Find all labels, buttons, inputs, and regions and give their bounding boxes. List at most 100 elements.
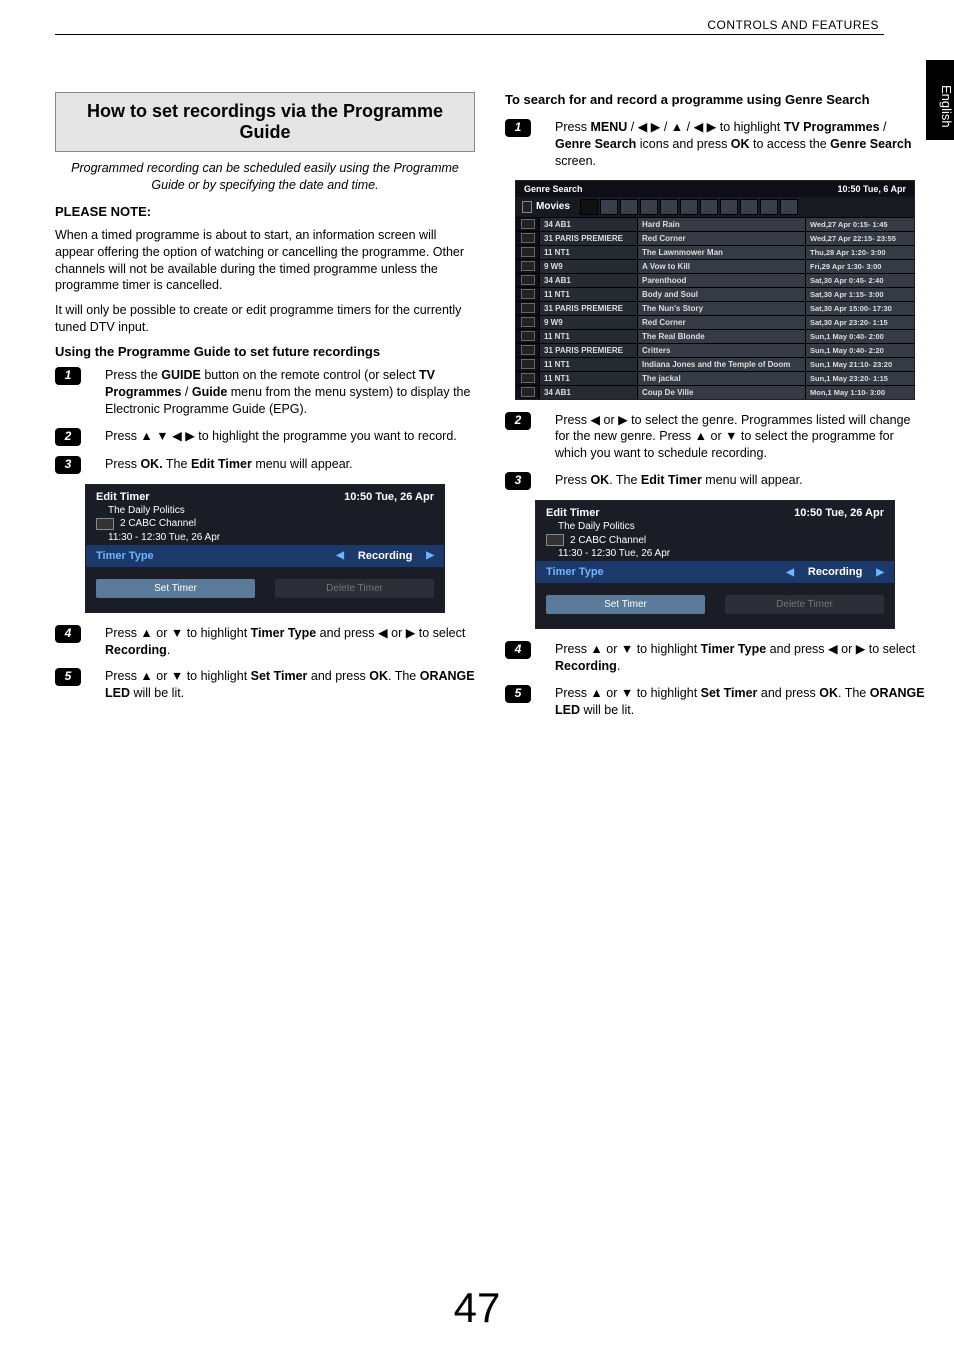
- programme-cell: Red Corner: [638, 316, 806, 329]
- channel-cell: 31 PARIS PREMIERE: [540, 344, 638, 357]
- genre-icon[interactable]: [660, 199, 678, 215]
- tv-icon: [521, 345, 535, 355]
- step-4-text: Press ▲ or ▼ to highlight Timer Type and…: [87, 625, 475, 659]
- tv-icon-cell: [516, 274, 540, 287]
- r-step-2-text: Press ◀ or ▶ to select the genre. Progra…: [537, 412, 925, 463]
- chevron-right-icon[interactable]: ▶: [426, 550, 434, 561]
- table-row[interactable]: 11 NT1The Lawnmower ManThu,28 Apr 1:20- …: [516, 245, 914, 259]
- table-row[interactable]: 11 NT1The jackalSun,1 May 23:20- 1:15: [516, 371, 914, 385]
- tv-icon: [521, 261, 535, 271]
- edit-timer-panel-right: Edit Timer 10:50 Tue, 26 Apr The Daily P…: [535, 500, 895, 629]
- table-row[interactable]: 34 AB1ParenthoodSat,30 Apr 0:45- 2:40: [516, 273, 914, 287]
- r-step-num-5: 5: [505, 685, 531, 703]
- table-row[interactable]: 31 PARIS PREMIERECrittersSun,1 May 0:40-…: [516, 343, 914, 357]
- channel-cell: 11 NT1: [540, 330, 638, 343]
- tv-icon: [96, 518, 114, 530]
- edit-timer-time: 11:30 - 12:30 Tue, 26 Apr: [536, 548, 894, 561]
- table-row[interactable]: 11 NT1Indiana Jones and the Temple of Do…: [516, 357, 914, 371]
- tv-icon-cell: [516, 358, 540, 371]
- genre-icon[interactable]: [760, 199, 778, 215]
- channel-cell: 9 W9: [540, 316, 638, 329]
- r-step-num-1: 1: [505, 119, 531, 137]
- programme-cell: The Nun's Story: [638, 302, 806, 315]
- step-2: 2 Press ▲ ▼ ◀ ▶ to highlight the program…: [55, 428, 475, 446]
- set-timer-button[interactable]: Set Timer: [96, 579, 255, 598]
- using-guide-heading: Using the Programme Guide to set future …: [55, 344, 475, 359]
- genre-icon[interactable]: [740, 199, 758, 215]
- chevron-right-icon[interactable]: ▶: [876, 567, 884, 578]
- table-row[interactable]: 9 W9A Vow to KillFri,29 Apr 1:30- 3:00: [516, 259, 914, 273]
- time-cell: Sun,1 May 0:40- 2:00: [806, 330, 914, 343]
- tv-icon: [521, 387, 535, 397]
- programme-cell: Red Corner: [638, 232, 806, 245]
- delete-timer-button[interactable]: Delete Timer: [275, 579, 434, 598]
- genre-category: Movies: [536, 201, 570, 212]
- r-step-5-text: Press ▲ or ▼ to highlight Set Timer and …: [537, 685, 925, 719]
- step-3: 3 Press OK. The Edit Timer menu will app…: [55, 456, 475, 474]
- channel-cell: 31 PARIS PREMIERE: [540, 302, 638, 315]
- genre-icon[interactable]: [640, 199, 658, 215]
- edit-timer-clock: 10:50 Tue, 26 Apr: [794, 507, 884, 519]
- genre-icon[interactable]: [600, 199, 618, 215]
- step-num-2: 2: [55, 428, 81, 446]
- genre-icon[interactable]: [680, 199, 698, 215]
- channel-cell: 11 NT1: [540, 372, 638, 385]
- edit-timer-prog: The Daily Politics: [86, 505, 444, 518]
- please-note-heading: PLEASE NOTE:: [55, 204, 475, 219]
- timer-type-row[interactable]: Timer Type ◀ Recording ▶: [536, 561, 894, 583]
- timer-type-value: Recording: [808, 566, 862, 578]
- r-step-5: 5 Press ▲ or ▼ to highlight Set Timer an…: [505, 685, 925, 719]
- tv-icon-cell: [516, 386, 540, 399]
- step-3-text: Press OK. The Edit Timer menu will appea…: [87, 456, 353, 473]
- programme-cell: Indiana Jones and the Temple of Doom: [638, 358, 806, 371]
- tv-icon-cell: [516, 288, 540, 301]
- chevron-left-icon[interactable]: ◀: [786, 567, 794, 578]
- time-cell: Sun,1 May 23:20- 1:15: [806, 372, 914, 385]
- delete-timer-button[interactable]: Delete Timer: [725, 595, 884, 614]
- table-row[interactable]: 31 PARIS PREMIERERed CornerWed,27 Apr 22…: [516, 231, 914, 245]
- right-title: To search for and record a programme usi…: [505, 92, 925, 109]
- genre-icon[interactable]: [700, 199, 718, 215]
- table-row[interactable]: 9 W9Red CornerSat,30 Apr 23:20- 1:15: [516, 315, 914, 329]
- note-paragraph-1: When a timed programme is about to start…: [55, 227, 475, 295]
- tv-icon: [521, 331, 535, 341]
- tv-icon: [521, 247, 535, 257]
- tv-icon-cell: [516, 330, 540, 343]
- edit-timer-title: Edit Timer: [96, 491, 150, 503]
- r-step-1: 1 Press MENU / ◀ ▶ / ▲ / ◀ ▶ to highligh…: [505, 119, 925, 170]
- time-cell: Mon,1 May 1:10- 3:00: [806, 386, 914, 399]
- step-4: 4 Press ▲ or ▼ to highlight Timer Type a…: [55, 625, 475, 659]
- table-row[interactable]: 31 PARIS PREMIEREThe Nun's StorySat,30 A…: [516, 301, 914, 315]
- tv-icon: [521, 275, 535, 285]
- table-row[interactable]: 34 AB1Coup De VilleMon,1 May 1:10- 3:00: [516, 385, 914, 399]
- genre-title: Genre Search: [524, 184, 583, 194]
- channel-cell: 34 AB1: [540, 274, 638, 287]
- table-row[interactable]: 34 AB1Hard RainWed,27 Apr 0:15- 1:45: [516, 217, 914, 231]
- note-paragraph-2: It will only be possible to create or ed…: [55, 302, 475, 336]
- step-num-1: 1: [55, 367, 81, 385]
- r-step-4: 4 Press ▲ or ▼ to highlight Timer Type a…: [505, 641, 925, 675]
- set-timer-button[interactable]: Set Timer: [546, 595, 705, 614]
- r-step-num-4: 4: [505, 641, 531, 659]
- edit-timer-channel: 2 CABC Channel: [570, 535, 646, 546]
- time-cell: Fri,29 Apr 1:30- 3:00: [806, 260, 914, 273]
- step-2-text: Press ▲ ▼ ◀ ▶ to highlight the programme…: [87, 428, 457, 445]
- channel-cell: 11 NT1: [540, 246, 638, 259]
- genre-icon[interactable]: [620, 199, 638, 215]
- page-number: 47: [454, 1284, 501, 1332]
- edit-timer-title: Edit Timer: [546, 507, 600, 519]
- channel-cell: 34 AB1: [540, 218, 638, 231]
- chevron-left-icon[interactable]: ◀: [336, 550, 344, 561]
- step-1-text: Press the GUIDE button on the remote con…: [87, 367, 475, 418]
- genre-icon[interactable]: [580, 199, 598, 215]
- table-row[interactable]: 11 NT1Body and SoulSat,30 Apr 1:15- 3:00: [516, 287, 914, 301]
- genre-icon[interactable]: [780, 199, 798, 215]
- timer-type-label: Timer Type: [96, 550, 154, 562]
- language-tab: English: [926, 60, 954, 140]
- tv-icon: [521, 373, 535, 383]
- timer-type-row[interactable]: Timer Type ◀ Recording ▶: [86, 545, 444, 567]
- genre-category-row: Movies: [516, 197, 914, 217]
- genre-icon[interactable]: [720, 199, 738, 215]
- intro-text: Programmed recording can be scheduled ea…: [55, 160, 475, 194]
- table-row[interactable]: 11 NT1The Real BlondeSun,1 May 0:40- 2:0…: [516, 329, 914, 343]
